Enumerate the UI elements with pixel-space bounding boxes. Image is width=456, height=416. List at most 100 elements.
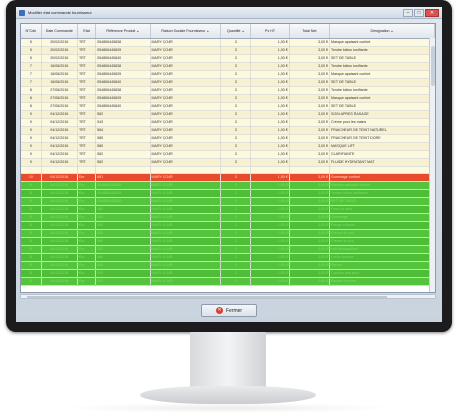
table-cell: TRT	[77, 38, 97, 47]
table-cell: 585	[95, 229, 151, 238]
table-row[interactable]: 11 04/12/2016 Enr 582 MARY CO4R 3 1,00 €3,00 €…	[21, 205, 435, 214]
sort-icon: ▲	[136, 28, 140, 33]
vertical-scrollbar[interactable]	[429, 38, 435, 292]
column-header[interactable]: Référence Produit ▲	[95, 24, 151, 39]
column-header[interactable]: Quantité ▲	[220, 24, 252, 39]
table-cell: 11	[21, 213, 42, 222]
close-button[interactable]: ✕ Fermer	[201, 304, 257, 317]
table-cell: 9	[21, 142, 42, 151]
table-cell: Enr	[77, 261, 97, 270]
table-cell: Enr	[77, 237, 97, 246]
table-row[interactable]: 5 20/02/2016 TRT 054865445839 MARY CO4R 3 1,00…	[21, 46, 435, 55]
maximize-button[interactable]: □	[414, 8, 424, 17]
table-cell	[41, 166, 78, 174]
table-row[interactable]: 8 27/06/2016 TRT 054865445838 MARY CO4R 3 1,00…	[21, 86, 435, 95]
table-row[interactable]: 11 04/12/2016 Enr 583 MARY CO4R 3 1,00 €3,00 €…	[21, 213, 435, 222]
table-row[interactable]: 11 04/12/2016 Enr 587 MARY CO4R 3 1,00 €3,00 €…	[21, 245, 435, 254]
column-header[interactable]: Raison Sociale Fournisseur ▲	[150, 24, 222, 39]
table-row[interactable]: 5 20/02/2016 TRT 054865445840 MARY CO4R 3 1,00…	[21, 54, 435, 63]
table-cell: 3	[220, 189, 252, 198]
table-row[interactable]: 5 20/02/2016 TRT 054865445838 MARY CO4R 3 1,00…	[21, 38, 435, 47]
table-row[interactable]: 8 27/06/2016 TRT 054865445840 MARY CO4R 3 1,00…	[21, 102, 435, 111]
table-cell: Enr	[77, 253, 97, 262]
column-header[interactable]: N°Cde	[21, 24, 42, 39]
table-row[interactable]: 9 04/12/2016 TRT 582 MARY CO4R 3 1,00 €3,00 € S…	[21, 110, 435, 119]
table-cell: TRT	[77, 86, 97, 95]
table-cell: 3,00 €	[289, 221, 331, 230]
table-cell: FRAICHEUR DE TEINT NATUREL	[329, 126, 435, 135]
table-cell: 3	[220, 118, 252, 127]
table-cell: 3,00 €	[289, 118, 331, 127]
table-cell: Masque apaisant confort	[329, 94, 435, 103]
table-cell: 3	[220, 62, 252, 71]
table-cell	[21, 166, 42, 174]
table-row[interactable]: 11 04/12/2016 Enr 054865445839 MARY CO4R 3 1,0…	[21, 189, 435, 198]
column-header[interactable]: Etat	[77, 24, 97, 39]
table-cell: 1,00 €	[250, 70, 290, 79]
table-cell: MARY CO4R	[150, 110, 222, 119]
table-row[interactable]: 9 04/12/2016 TRT 582 MARY CO4R 3 1,00 €3,00 € F…	[21, 158, 435, 167]
table-cell: 1,00 €	[250, 46, 290, 55]
table-cell: 11	[21, 253, 42, 262]
table-row[interactable]: 9 04/12/2016 TRT 584 MARY CO4R 3 1,00 €3,00 € F…	[21, 126, 435, 135]
table-cell: 1,00 €	[250, 277, 290, 286]
table-cell: 1,00 €	[250, 94, 290, 103]
table-cell: 582	[95, 110, 151, 119]
table-row[interactable]: 11 04/12/2016 Enr 588 MARY CO4R 3 1,00 €3,00 €…	[21, 253, 435, 262]
table-cell: MARY CO4R	[150, 150, 222, 159]
vertical-scroll-thumb[interactable]	[431, 46, 435, 86]
horizontal-scrollbar[interactable]	[20, 294, 436, 299]
table-cell: 1,00 €	[250, 158, 290, 167]
table-row[interactable]: 11 04/12/2016 Enr 586 MARY CO4R 3 1,00 €3,00 €…	[21, 237, 435, 246]
table-cell: MARY CO4R	[150, 118, 222, 127]
table-cell: MARY CO4R	[150, 158, 222, 167]
table-row[interactable]: 7 16/06/2016 TRT 054865445838 MARY CO4R 3 1,00…	[21, 62, 435, 71]
table-cell: 16/06/2016	[41, 62, 78, 71]
table-cell: Enr	[77, 213, 97, 222]
table-cell: MARY CO4R	[150, 181, 222, 190]
table-row[interactable]: 8 27/06/2016 TRT 054865445839 MARY CO4R 3 1,00…	[21, 94, 435, 103]
table-row[interactable]: 7 16/06/2016 TRT 054865445839 MARY CO4R 3 1,00…	[21, 70, 435, 79]
table-cell: 3	[220, 126, 252, 135]
horizontal-scroll-thumb[interactable]	[27, 296, 387, 298]
column-header[interactable]: Px HT	[250, 24, 290, 39]
table-cell: 3	[220, 205, 252, 214]
table-row[interactable]: 9 04/12/2016 TRT 585 MARY CO4R 3 1,00 €3,00 € F…	[21, 134, 435, 143]
table-cell: Rouge à lèvres	[329, 221, 435, 230]
close-icon: ✕	[215, 307, 223, 314]
table-cell: MARY CO4R	[150, 245, 222, 254]
table-cell: 5	[21, 46, 42, 55]
table-row[interactable]: 11 04/12/2016 Enr 585 MARY CO4R 3 1,00 €3,00 €…	[21, 229, 435, 238]
table-cell: 11	[21, 237, 42, 246]
column-header[interactable]: Désignation ▲	[329, 24, 435, 39]
table-row[interactable]: 11 04/12/2016 Enr 591 MARY CO4R 3 1,00 €3,00 €…	[21, 277, 435, 286]
table-cell: 1,00 €	[250, 110, 290, 119]
table-row[interactable]: 10 04/12/2016 Enr 581 MARY CO4R 3 1,00 €3,00 €…	[21, 173, 435, 182]
table-row[interactable]: 11 04/12/2016 Enr 054865445840 MARY CO4R 3 1,0…	[21, 197, 435, 206]
column-header[interactable]: Total Net	[289, 24, 331, 39]
table-cell: 04/12/2016	[41, 134, 78, 143]
close-window-button[interactable]: ✕	[425, 8, 439, 17]
table-row[interactable]: 7 16/06/2016 TRT 054865445840 MARY CO4R 3 1,00…	[21, 78, 435, 87]
table-row[interactable]: 11 04/12/2016 Enr 054865445838 MARY CO4R 3 1,0…	[21, 181, 435, 190]
table-row[interactable]	[21, 166, 435, 174]
table-row[interactable]: 11 04/12/2016 Enr 589 MARY CO4R 3 1,00 €3,00 €…	[21, 261, 435, 270]
table-row[interactable]: 11 04/12/2016 Enr 590 MARY CO4R 3 1,00 €3,00 €…	[21, 269, 435, 278]
table-cell: 04/12/2016	[41, 245, 78, 254]
table-row[interactable]: 9 04/12/2016 TRT 580 MARY CO4R 3 1,00 €3,00 € M…	[21, 142, 435, 151]
table-cell: 3	[220, 46, 252, 55]
table-cell: 1,00 €	[250, 86, 290, 95]
table-row[interactable]: 11 04/12/2016 Enr 584 MARY CO4R 3 1,00 €3,00 €…	[21, 221, 435, 230]
table-cell: Masque apaisant confort	[329, 181, 435, 190]
table-cell: 3	[220, 245, 252, 254]
table-cell: FLUIDE HYDRATANT MAT	[329, 158, 435, 167]
column-header[interactable]: Date Commande	[41, 24, 78, 39]
table-cell: MARY CO4R	[150, 205, 222, 214]
table-cell: 04/12/2016	[41, 110, 78, 119]
table-cell: 04/12/2016	[41, 221, 78, 230]
table-row[interactable]: 9 04/12/2016 TRT 543 MARY CO4R 3 1,00 €3,00 € C…	[21, 118, 435, 127]
close-button-label: Fermer	[225, 307, 243, 314]
table-cell: 3,00 €	[289, 38, 331, 47]
table-row[interactable]: 9 04/12/2016 TRT 582 MARY CO4R 3 1,00 €3,00 € C…	[21, 150, 435, 159]
minimize-button[interactable]: –	[403, 8, 413, 17]
